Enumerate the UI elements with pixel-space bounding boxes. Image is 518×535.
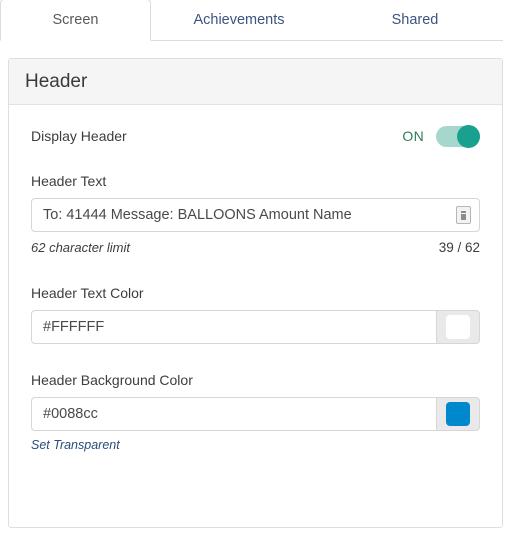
tab-achievements[interactable]: Achievements bbox=[151, 0, 327, 40]
tab-shared-label: Shared bbox=[391, 12, 439, 28]
header-text-color-input[interactable]: #FFFFFF bbox=[31, 310, 436, 344]
display-header-row: Display Header ON bbox=[31, 105, 480, 167]
header-background-color-field: #0088cc bbox=[31, 397, 480, 431]
toggle-state-label: ON bbox=[402, 128, 424, 144]
tab-shared[interactable]: Shared bbox=[327, 0, 503, 40]
header-background-color-value[interactable]: #0088cc bbox=[32, 406, 436, 422]
header-background-color-swatch bbox=[446, 402, 470, 426]
header-text-color-value[interactable]: #FFFFFF bbox=[32, 319, 436, 335]
set-transparent-link[interactable]: Set Transparent bbox=[31, 438, 120, 452]
header-text-label: Header Text bbox=[31, 173, 107, 189]
header-background-color-group: Header Background Color #0088cc Set Tran… bbox=[31, 372, 480, 454]
header-background-color-input[interactable]: #0088cc bbox=[31, 397, 436, 431]
header-text-color-swatch-button[interactable] bbox=[436, 310, 480, 344]
character-counter: 39 / 62 bbox=[438, 240, 480, 255]
panel-body: Display Header ON Header Text To: 41444 … bbox=[9, 105, 502, 454]
character-limit-note: 62 character limit bbox=[31, 240, 130, 255]
page-title: Header bbox=[25, 70, 88, 92]
panel-header: Header bbox=[9, 59, 502, 105]
resize-grip-icon[interactable] bbox=[456, 206, 471, 224]
header-text-color-field: #FFFFFF bbox=[31, 310, 480, 344]
display-header-control: ON bbox=[402, 124, 480, 148]
tab-screen-label: Screen bbox=[52, 12, 99, 28]
header-text-color-swatch bbox=[446, 315, 470, 339]
header-text-color-label: Header Text Color bbox=[31, 285, 144, 301]
tab-achievements-label: Achievements bbox=[193, 12, 285, 28]
header-background-color-label: Header Background Color bbox=[31, 372, 193, 388]
header-background-color-swatch-button[interactable] bbox=[436, 397, 480, 431]
header-settings-panel: Header Display Header ON Header Text To:… bbox=[8, 58, 503, 528]
header-text-helper: 62 character limit 39 / 62 bbox=[31, 240, 480, 255]
header-text-input[interactable]: To: 41444 Message: BALLOONS Amount Name bbox=[31, 198, 480, 232]
tab-screen[interactable]: Screen bbox=[0, 0, 151, 41]
header-text-color-group: Header Text Color #FFFFFF bbox=[31, 285, 480, 344]
toggle-knob bbox=[457, 124, 480, 148]
display-header-label: Display Header bbox=[31, 128, 127, 144]
header-text-group: Header Text To: 41444 Message: BALLOONS … bbox=[31, 173, 480, 255]
header-text-value[interactable]: To: 41444 Message: BALLOONS Amount Name bbox=[32, 207, 456, 223]
display-header-toggle[interactable] bbox=[436, 124, 480, 148]
tab-strip: Screen Achievements Shared bbox=[0, 0, 503, 41]
